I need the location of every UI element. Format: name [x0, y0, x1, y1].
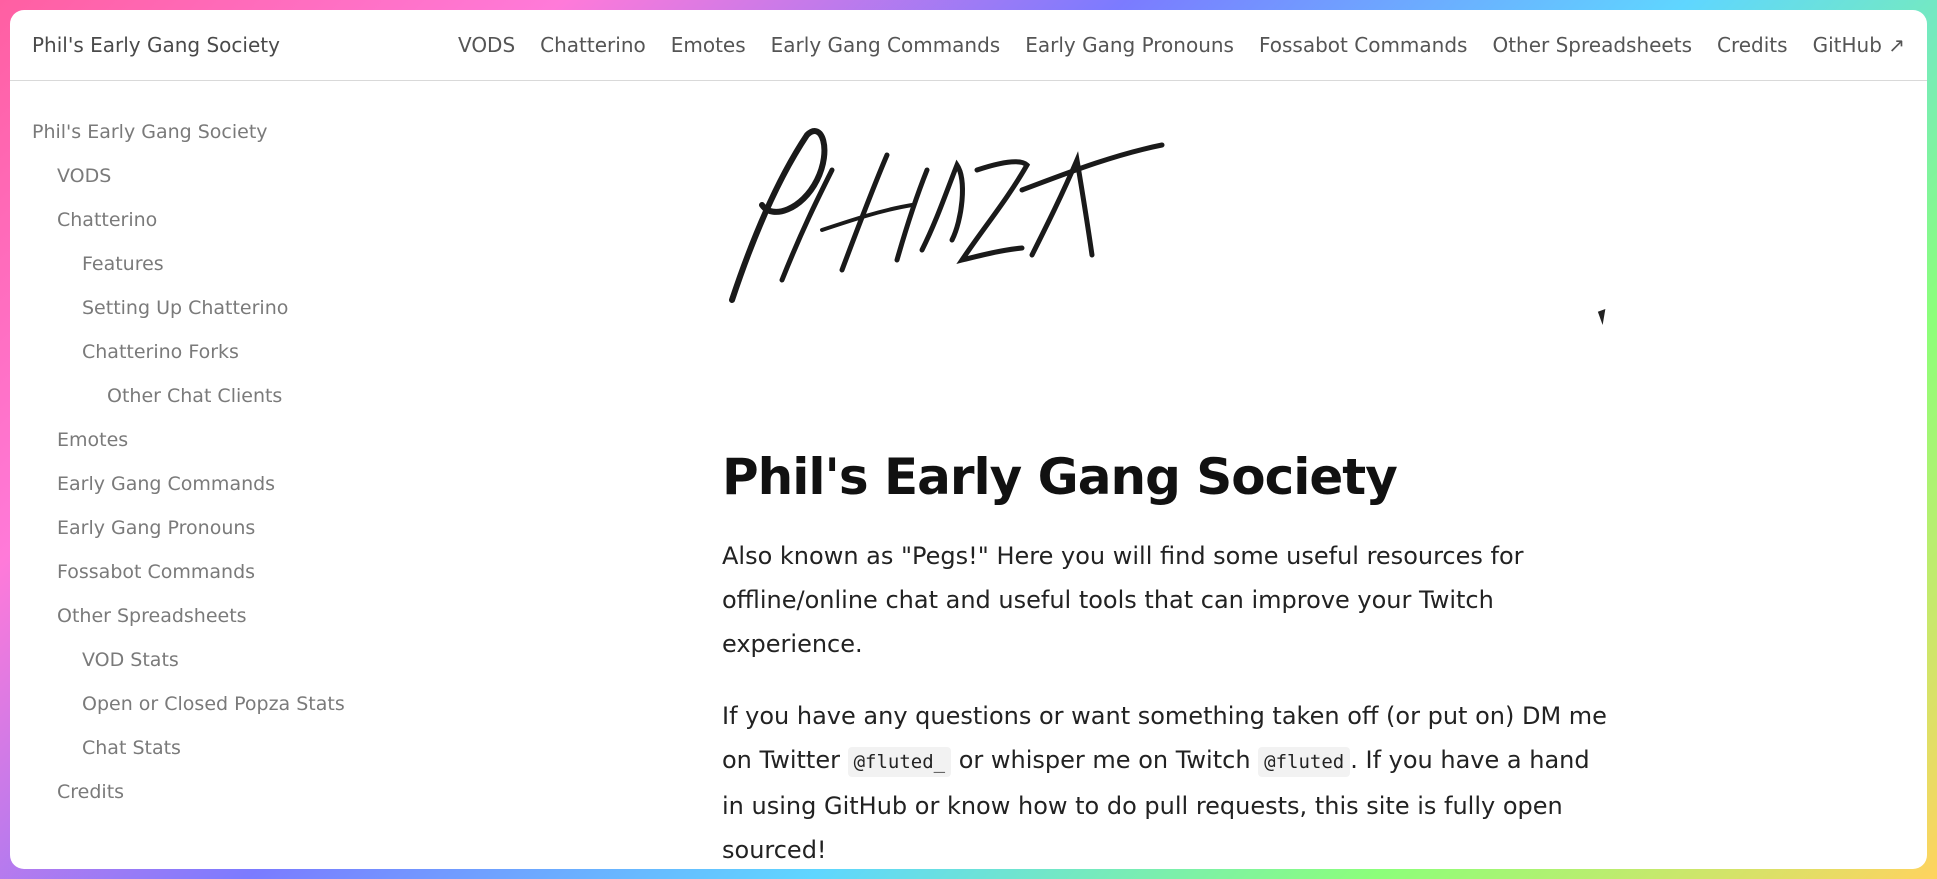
- sidebar: Phil's Early Gang Society VODS Chatterin…: [32, 110, 432, 814]
- sidebar-item-features[interactable]: Features: [32, 242, 432, 286]
- page-title: Phil's Early Gang Society: [722, 448, 1398, 506]
- twitch-handle-code: @fluted: [1258, 747, 1351, 777]
- twitter-handle-code: @fluted_: [847, 747, 952, 777]
- contact-paragraph: If you have any questions or want someth…: [722, 694, 1612, 869]
- nav-other-spreadsheets[interactable]: Other Spreadsheets: [1492, 33, 1692, 57]
- nav-vods[interactable]: VODS: [458, 33, 515, 57]
- sidebar-item-home[interactable]: Phil's Early Gang Society: [32, 110, 432, 154]
- nav-fossabot-commands[interactable]: Fossabot Commands: [1259, 33, 1467, 57]
- sidebar-item-chatterino-forks[interactable]: Chatterino Forks: [32, 330, 432, 374]
- sidebar-item-fossabot-commands[interactable]: Fossabot Commands: [32, 550, 432, 594]
- nav-github-external-link[interactable]: GitHub ↗: [1813, 33, 1905, 57]
- sidebar-item-other-spreadsheets[interactable]: Other Spreadsheets: [32, 594, 432, 638]
- site-brand[interactable]: Phil's Early Gang Society: [32, 33, 280, 57]
- main-content: Phil's Early Gang Society Also known as …: [722, 110, 1622, 869]
- top-navbar: Phil's Early Gang Society VODS Chatterin…: [10, 10, 1927, 81]
- sidebar-item-early-gang-commands[interactable]: Early Gang Commands: [32, 462, 432, 506]
- sidebar-item-early-gang-pronouns[interactable]: Early Gang Pronouns: [32, 506, 432, 550]
- sidebar-item-emotes[interactable]: Emotes: [32, 418, 432, 462]
- nav-early-gang-commands[interactable]: Early Gang Commands: [771, 33, 1001, 57]
- sidebar-item-vod-stats[interactable]: VOD Stats: [32, 638, 432, 682]
- sidebar-item-chatterino[interactable]: Chatterino: [32, 198, 432, 242]
- nav-early-gang-pronouns[interactable]: Early Gang Pronouns: [1025, 33, 1234, 57]
- browser-frame: Phil's Early Gang Society VODS Chatterin…: [10, 10, 1927, 869]
- sidebar-item-setting-up-chatterino[interactable]: Setting Up Chatterino: [32, 286, 432, 330]
- nav-emotes[interactable]: Emotes: [671, 33, 746, 57]
- sidebar-item-other-chat-clients[interactable]: Other Chat Clients: [32, 374, 432, 418]
- sidebar-item-chat-stats[interactable]: Chat Stats: [32, 726, 432, 770]
- nav-chatterino[interactable]: Chatterino: [540, 33, 646, 57]
- sidebar-item-open-or-closed-popza-stats[interactable]: Open or Closed Popza Stats: [32, 682, 432, 726]
- philza-signature-logo: [729, 128, 1165, 303]
- contact-text-2: or whisper me on Twitch: [951, 746, 1259, 774]
- nav-credits[interactable]: Credits: [1717, 33, 1788, 57]
- sidebar-item-vods[interactable]: VODS: [32, 154, 432, 198]
- top-nav: VODS Chatterino Emotes Early Gang Comman…: [458, 33, 1905, 57]
- sidebar-item-credits[interactable]: Credits: [32, 770, 432, 814]
- intro-paragraph: Also known as "Pegs!" Here you will find…: [722, 542, 1524, 658]
